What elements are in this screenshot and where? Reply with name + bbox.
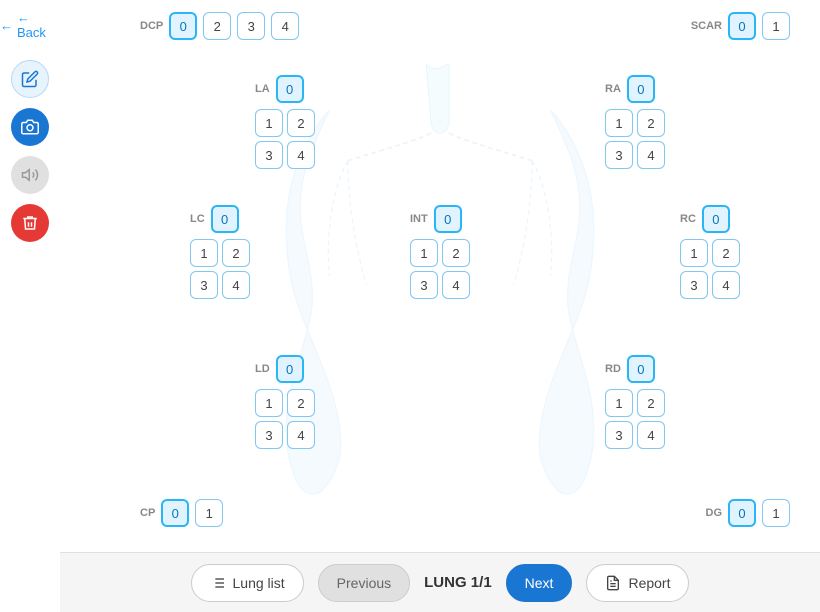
report-button[interactable]: Report [586,564,689,602]
rd-btn-4[interactable]: 4 [637,421,665,449]
report-icon [605,575,621,591]
lc-label: LC [190,213,205,225]
ra-btn-0[interactable]: 0 [627,75,655,103]
rc-btn-3[interactable]: 3 [680,271,708,299]
lc-grid: 1 2 3 4 [190,239,250,299]
rd-btn-0[interactable]: 0 [627,355,655,383]
lc-section: LC 0 1 2 3 4 [190,205,250,299]
cp-btn-0[interactable]: 0 [161,499,189,527]
back-label: ← Back [17,10,60,40]
camera-icon [21,118,39,136]
rc-btn-1[interactable]: 1 [680,239,708,267]
lung-counter: LUNG 1/1 [424,574,492,591]
cp-section: CP 0 1 [140,499,223,527]
dcp-btn-2[interactable]: 2 [203,12,231,40]
dcp-btn-3[interactable]: 3 [237,12,265,40]
dcp-label: DCP [140,20,163,32]
sidebar: ← ← Back [0,0,60,612]
dcp-btn-0[interactable]: 0 [169,12,197,40]
rd-btn-3[interactable]: 3 [605,421,633,449]
audio-icon-button[interactable] [11,156,49,194]
lc-btn-0[interactable]: 0 [211,205,239,233]
int-btn-2[interactable]: 2 [442,239,470,267]
scar-btn-1[interactable]: 1 [762,12,790,40]
lc-btn-4[interactable]: 4 [222,271,250,299]
ld-btn-4[interactable]: 4 [287,421,315,449]
ld-grid: 1 2 3 4 [255,389,315,449]
next-label: Next [525,575,554,591]
la-grid: 1 2 3 4 [255,109,315,169]
dg-btn-0[interactable]: 0 [728,499,756,527]
previous-label: Previous [337,575,391,591]
la-label: LA [255,83,270,95]
rc-btn-4[interactable]: 4 [712,271,740,299]
previous-button[interactable]: Previous [318,564,410,602]
dg-label: DG [706,507,723,519]
ld-btn-3[interactable]: 3 [255,421,283,449]
lung-list-label: Lung list [233,575,285,591]
rd-label: RD [605,363,621,375]
la-section: LA 0 1 2 3 4 [255,75,315,169]
next-button[interactable]: Next [506,564,573,602]
ld-btn-2[interactable]: 2 [287,389,315,417]
rd-btn-2[interactable]: 2 [637,389,665,417]
ld-btn-0[interactable]: 0 [276,355,304,383]
edit-icon-button[interactable] [11,60,49,98]
ra-btn-4[interactable]: 4 [637,141,665,169]
scar-section: SCAR 0 1 [691,12,790,40]
rd-section: RD 0 1 2 3 4 [605,355,665,449]
camera-icon-button[interactable] [11,108,49,146]
ra-grid: 1 2 3 4 [605,109,665,169]
cp-label: CP [140,507,155,519]
lc-btn-3[interactable]: 3 [190,271,218,299]
list-icon [210,575,226,591]
rc-grid: 1 2 3 4 [680,239,740,299]
report-label: Report [628,575,670,591]
back-arrow-icon: ← [0,18,13,33]
lc-btn-1[interactable]: 1 [190,239,218,267]
cp-btn-1[interactable]: 1 [195,499,223,527]
int-grid: 1 2 3 4 [410,239,470,299]
int-btn-0[interactable]: 0 [434,205,462,233]
lung-list-button[interactable]: Lung list [191,564,304,602]
rc-btn-2[interactable]: 2 [712,239,740,267]
rc-section: RC 0 1 2 3 4 [680,205,740,299]
delete-icon [21,214,39,232]
int-label: INT [410,213,428,225]
la-btn-2[interactable]: 2 [287,109,315,137]
int-btn-3[interactable]: 3 [410,271,438,299]
ra-btn-2[interactable]: 2 [637,109,665,137]
audio-icon [21,166,39,184]
rd-grid: 1 2 3 4 [605,389,665,449]
dg-btn-1[interactable]: 1 [762,499,790,527]
lc-btn-2[interactable]: 2 [222,239,250,267]
back-button[interactable]: ← ← Back [0,10,60,40]
ra-btn-1[interactable]: 1 [605,109,633,137]
rd-btn-1[interactable]: 1 [605,389,633,417]
dcp-section: DCP 0 2 3 4 [140,12,299,40]
ld-section: LD 0 1 2 3 4 [255,355,315,449]
la-btn-3[interactable]: 3 [255,141,283,169]
ra-label: RA [605,83,621,95]
main-content: DCP 0 2 3 4 SCAR 0 1 LA 0 1 2 3 4 RA 0 1… [60,0,820,612]
scar-label: SCAR [691,20,722,32]
dg-section: DG 0 1 [706,499,791,527]
bottom-nav: Lung list Previous LUNG 1/1 Next Report [60,552,820,612]
ld-btn-1[interactable]: 1 [255,389,283,417]
rc-label: RC [680,213,696,225]
ld-label: LD [255,363,270,375]
delete-icon-button[interactable] [11,204,49,242]
rc-btn-0[interactable]: 0 [702,205,730,233]
int-section: INT 0 1 2 3 4 [410,205,470,299]
la-btn-0[interactable]: 0 [276,75,304,103]
ra-btn-3[interactable]: 3 [605,141,633,169]
la-btn-1[interactable]: 1 [255,109,283,137]
scar-btn-0[interactable]: 0 [728,12,756,40]
ra-section: RA 0 1 2 3 4 [605,75,665,169]
int-btn-4[interactable]: 4 [442,271,470,299]
dcp-btn-4[interactable]: 4 [271,12,299,40]
la-btn-4[interactable]: 4 [287,141,315,169]
edit-icon [21,70,39,88]
int-btn-1[interactable]: 1 [410,239,438,267]
